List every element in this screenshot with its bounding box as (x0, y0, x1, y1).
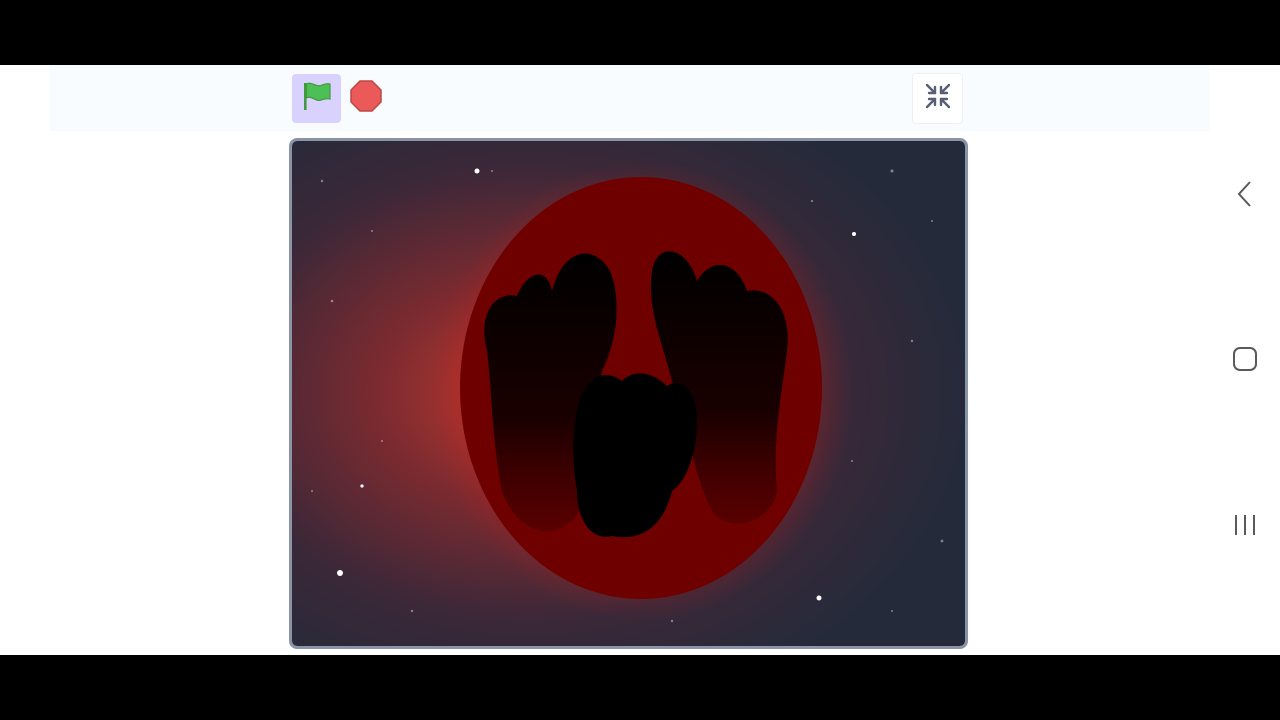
back-icon (1234, 179, 1256, 214)
project-stage[interactable] (289, 138, 968, 649)
stage-scene (292, 141, 965, 646)
stop-sign-icon (349, 79, 383, 118)
recents-icon (1231, 511, 1259, 544)
green-flag-icon (300, 79, 334, 118)
exit-fullscreen-button[interactable] (912, 73, 963, 124)
home-button[interactable] (1228, 344, 1262, 378)
recents-button[interactable] (1228, 510, 1262, 544)
home-icon (1231, 345, 1259, 378)
letterbox-top (0, 0, 1280, 65)
player-controls-bar (50, 65, 1210, 131)
back-button[interactable] (1228, 179, 1262, 213)
player-screen (0, 65, 1280, 655)
green-flag-button[interactable] (292, 74, 341, 123)
system-navigation (1220, 65, 1270, 655)
exit-fullscreen-icon (924, 82, 952, 115)
stop-button[interactable] (348, 79, 384, 118)
letterbox-bottom (0, 655, 1280, 720)
